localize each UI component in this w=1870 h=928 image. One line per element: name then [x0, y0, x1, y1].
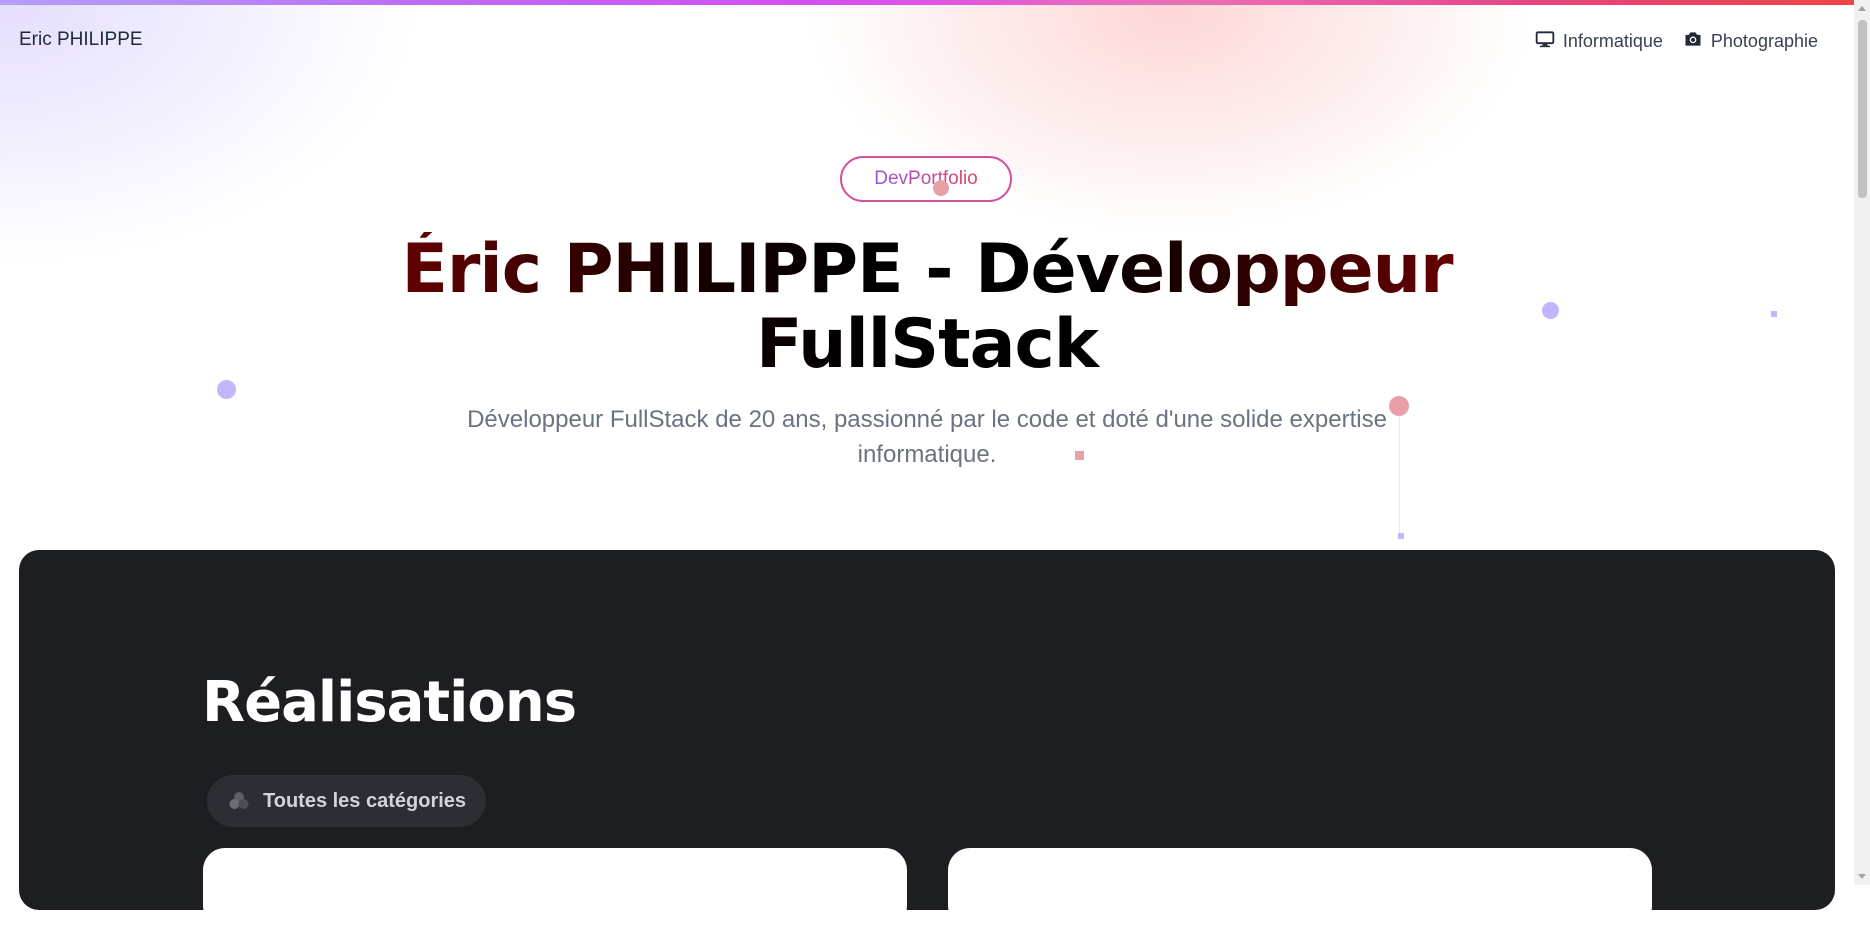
nav-links: Informatique Photographie [1535, 29, 1818, 54]
scroll-down-arrow[interactable] [1858, 874, 1866, 879]
monitor-icon [1535, 29, 1555, 54]
decorative-dot [1542, 302, 1559, 319]
decorative-square [1075, 451, 1084, 460]
brand-name[interactable]: Eric PHILIPPE [19, 29, 143, 51]
hero-title: Éric PHILIPPE - Développeur FullStack [300, 232, 1554, 382]
navbar: Eric PHILIPPE Informatique Photographie [0, 5, 1854, 77]
decorative-square [1771, 311, 1777, 317]
decorative-dot [933, 180, 949, 196]
project-card[interactable] [203, 848, 907, 928]
project-card[interactable] [948, 848, 1652, 928]
decorative-line [1399, 416, 1400, 534]
nav-link-informatique[interactable]: Informatique [1535, 29, 1663, 54]
decorative-dot [1389, 396, 1409, 416]
category-filter-button[interactable]: Toutes les catégories [207, 775, 487, 827]
page-scrollbar[interactable] [1854, 0, 1870, 885]
hero-title-line2: FullStack [756, 305, 1098, 384]
decorative-dot [217, 380, 236, 399]
hero-subtitle: Développeur FullStack de 20 ans, passion… [467, 406, 1387, 468]
scroll-up-arrow[interactable] [1858, 6, 1866, 11]
nav-link-photographie[interactable]: Photographie [1683, 29, 1818, 54]
devportfolio-badge: DevPortfolio [840, 156, 1012, 202]
badge-label: DevPortfolio [874, 168, 978, 189]
nav-link-label: Photographie [1710, 31, 1818, 51]
camera-icon [1683, 29, 1703, 54]
projects-title: Réalisations [202, 670, 577, 735]
categories-icon [227, 789, 251, 813]
decorative-square [1398, 533, 1404, 539]
category-filter-label: Toutes les catégories [263, 789, 467, 812]
scroll-thumb[interactable] [1858, 20, 1867, 198]
hero-title-line1: Éric PHILIPPE - Développeur [401, 230, 1453, 309]
nav-link-label: Informatique [1562, 31, 1663, 51]
